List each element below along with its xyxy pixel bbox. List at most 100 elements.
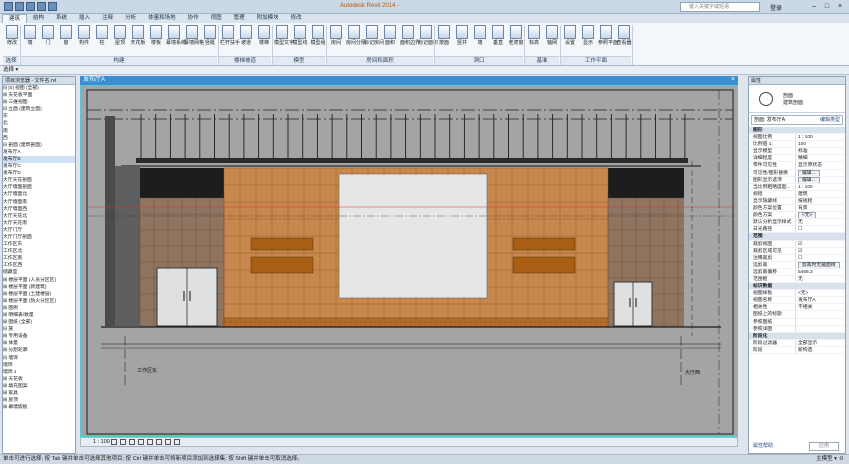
- browser-tree-item[interactable]: 储藏室: [3, 269, 75, 276]
- section-view-drawing[interactable]: [81, 86, 738, 437]
- browser-tree-item[interactable]: 工作区东: [3, 241, 75, 248]
- tab-5[interactable]: 分析: [119, 14, 142, 23]
- tab-3[interactable]: 插入: [73, 14, 96, 23]
- property-row[interactable]: 阶段过滤器 全部显示: [749, 339, 845, 347]
- property-row[interactable]: 远剪裁 剪裁时无截面线: [749, 261, 845, 269]
- properties-table[interactable]: 图形 视图比例 1 : 100 比例值 1: 100 显示模型 标准 详细程度 精细 零件可见性显…: [749, 127, 845, 354]
- browser-tree-item[interactable]: ⊞ 专用设备: [3, 333, 75, 340]
- property-value[interactable]: [795, 325, 845, 332]
- ribbon-panel-label[interactable]: 洞口: [435, 56, 523, 65]
- browser-tree-item[interactable]: 发布厅A: [3, 149, 75, 156]
- tab-7[interactable]: 协作: [182, 14, 205, 23]
- ribbon-tool-28[interactable]: 老虎窗: [508, 25, 524, 46]
- ribbon-tool-20[interactable]: 标记房间: [364, 25, 384, 46]
- browser-tree-item[interactable]: 工作区北: [3, 248, 75, 255]
- browser-tree-item[interactable]: ⊟ 剖面 (建筑剖面): [3, 142, 75, 149]
- property-value[interactable]: 无: [795, 219, 845, 226]
- property-row[interactable]: 阶段 新构造: [749, 346, 845, 354]
- property-value[interactable]: 100: [795, 141, 845, 148]
- ribbon-tool-18[interactable]: 房间: [328, 25, 344, 46]
- search-input[interactable]: 键入关键字或短语: [680, 2, 760, 12]
- property-row[interactable]: 默认分析显示样式无: [749, 219, 845, 227]
- property-value[interactable]: [795, 318, 845, 325]
- ribbon-tool-25[interactable]: 竖井: [454, 25, 470, 46]
- tab-10[interactable]: 附加模块: [251, 14, 285, 23]
- ribbon-panel-label[interactable]: 构建: [21, 56, 217, 65]
- browser-tree-item[interactable]: ⊞ 天花板: [3, 376, 75, 383]
- ribbon-tool-0[interactable]: 修改: [4, 25, 20, 46]
- property-edit-button[interactable]: 编辑...: [798, 176, 820, 183]
- property-row[interactable]: 远剪裁偏移 5468.3: [749, 268, 845, 276]
- save-icon[interactable]: [26, 2, 35, 11]
- tab-8[interactable]: 视图: [205, 14, 228, 23]
- tab-6[interactable]: 体量和场地: [142, 14, 182, 23]
- view-scale[interactable]: 1 : 100: [93, 438, 110, 446]
- ribbon-panel-label[interactable]: 基准: [525, 56, 559, 65]
- property-row[interactable]: 当比例粗略度超... 1 : 100: [749, 183, 845, 191]
- show-crop-icon[interactable]: [156, 439, 162, 445]
- browser-tree-item[interactable]: 大厅门厅剖面: [3, 234, 75, 241]
- workset-selector[interactable]: 主模型 ▾ :0: [816, 455, 843, 464]
- ribbon-tool-5[interactable]: 柱: [94, 25, 110, 46]
- property-value[interactable]: 按规程: [795, 197, 845, 205]
- visual-style-icon[interactable]: [120, 439, 126, 445]
- property-value[interactable]: 剪裁时无截面线: [795, 261, 845, 268]
- browser-tree-item[interactable]: ⊞ 屋顶: [3, 397, 75, 404]
- instance-selector[interactable]: 剖面: 发布厅A 编辑类型: [751, 115, 843, 125]
- browser-tree-item[interactable]: ⊟ 族: [3, 326, 75, 333]
- property-value[interactable]: 编辑...: [795, 169, 845, 176]
- tab-1[interactable]: 结构: [27, 14, 50, 23]
- property-value[interactable]: 发布厅A: [795, 297, 845, 304]
- level-tag-right[interactable]: 大厅西: [685, 369, 700, 376]
- property-value[interactable]: 建筑: [795, 190, 845, 197]
- browser-tree-item[interactable]: 发布厅C: [3, 163, 75, 170]
- browser-tree-item[interactable]: ⊞ 家具: [3, 390, 75, 397]
- ribbon-tool-32[interactable]: 显示: [580, 25, 596, 46]
- tab-0[interactable]: 建筑: [2, 14, 28, 23]
- ribbon-tool-1[interactable]: 墙: [22, 25, 38, 46]
- property-group-header[interactable]: 图形: [749, 127, 845, 135]
- property-row[interactable]: 范围框 无: [749, 275, 845, 284]
- ribbon-panel-label[interactable]: 楼梯坡道: [219, 56, 271, 65]
- ribbon-tool-24[interactable]: 按面: [436, 25, 452, 46]
- property-value[interactable]: 新构造: [795, 346, 845, 353]
- view-close-icon[interactable]: ×: [731, 76, 735, 83]
- browser-tree-item[interactable]: ⊟ 墙饰: [3, 355, 75, 362]
- ribbon-tool-34[interactable]: 查看器: [616, 25, 632, 46]
- ribbon-tool-21[interactable]: 面积: [382, 25, 398, 46]
- property-edit-button[interactable]: 剪裁时无截面线: [798, 261, 840, 268]
- browser-tree-item[interactable]: 墙饰: [3, 362, 75, 369]
- browser-tree-item[interactable]: 墙饰 1: [3, 369, 75, 376]
- property-row[interactable]: 裁剪视图 ☑: [749, 240, 845, 248]
- property-row[interactable]: 视图样板 <无>: [749, 290, 845, 298]
- browser-tree-item[interactable]: ⊞ 明细表/数量: [3, 312, 75, 319]
- temp-hide-icon[interactable]: [165, 439, 171, 445]
- ribbon-tool-12[interactable]: 栏杆扶手: [220, 25, 240, 46]
- browser-tree-item[interactable]: ⊞ 图纸 (全部): [3, 319, 75, 326]
- ribbon-tool-8[interactable]: 楼板: [148, 25, 164, 46]
- sign-in-link[interactable]: 登录: [770, 3, 782, 12]
- sun-path-icon[interactable]: [129, 439, 135, 445]
- ribbon-tool-29[interactable]: 标高: [526, 25, 542, 46]
- type-selector-preview[interactable]: 剖面 建筑剖面: [749, 85, 845, 113]
- ribbon-tool-16[interactable]: 模型线: [292, 25, 308, 46]
- browser-tree-item[interactable]: ⊞ 填充图案: [3, 383, 75, 390]
- ribbon-panel-label[interactable]: 模型: [273, 56, 325, 65]
- browser-tree-item[interactable]: 大厅墙面西: [3, 206, 75, 213]
- ribbon-tool-10[interactable]: 幕墙网格: [184, 25, 204, 46]
- property-row[interactable]: 可见性/图形替换 编辑...: [749, 169, 845, 177]
- minimize-button[interactable]: –: [809, 2, 819, 11]
- property-row[interactable]: 显示模型 标准: [749, 148, 845, 156]
- browser-tree-item[interactable]: ⊞ 分割轮廓: [3, 347, 75, 354]
- ribbon-tool-6[interactable]: 屋顶: [112, 25, 128, 46]
- browser-tree-item[interactable]: ⊞ 楼层平面 (人员分区区): [3, 277, 75, 284]
- property-row[interactable]: 显示隐藏线 按规程: [749, 197, 845, 206]
- close-button[interactable]: ×: [835, 2, 845, 11]
- browser-tree-item[interactable]: 大厅门厅: [3, 227, 75, 234]
- project-browser-tree[interactable]: ⊟ [0] 视图 (全部) ⊞ 天花板平面 ⊞ 三维视图 ⊟ 立面 (建筑立面)…: [3, 85, 75, 411]
- ribbon-tool-11[interactable]: 竖梃: [202, 25, 218, 46]
- browser-tree-item[interactable]: ⊞ 图例: [3, 305, 75, 312]
- property-value[interactable]: 背景: [795, 205, 845, 212]
- tab-2[interactable]: 系统: [50, 14, 73, 23]
- properties-help-link[interactable]: 属性帮助: [753, 442, 773, 449]
